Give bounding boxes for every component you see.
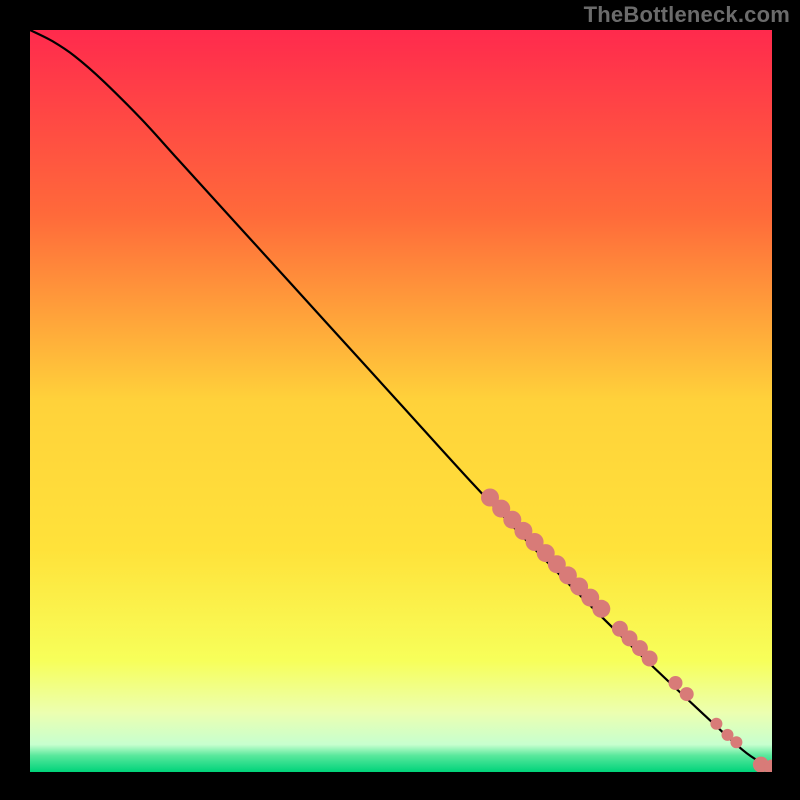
data-marker <box>730 736 742 748</box>
chart-stage: { "watermark": "TheBottleneck.com", "plo… <box>0 0 800 800</box>
data-marker <box>764 760 780 776</box>
data-marker <box>642 651 658 667</box>
data-marker <box>669 676 683 690</box>
plot-background <box>30 30 772 772</box>
watermark-label: TheBottleneck.com <box>584 2 790 28</box>
chart-canvas <box>0 0 800 800</box>
data-marker <box>710 718 722 730</box>
data-marker <box>592 600 610 618</box>
data-marker <box>680 687 694 701</box>
